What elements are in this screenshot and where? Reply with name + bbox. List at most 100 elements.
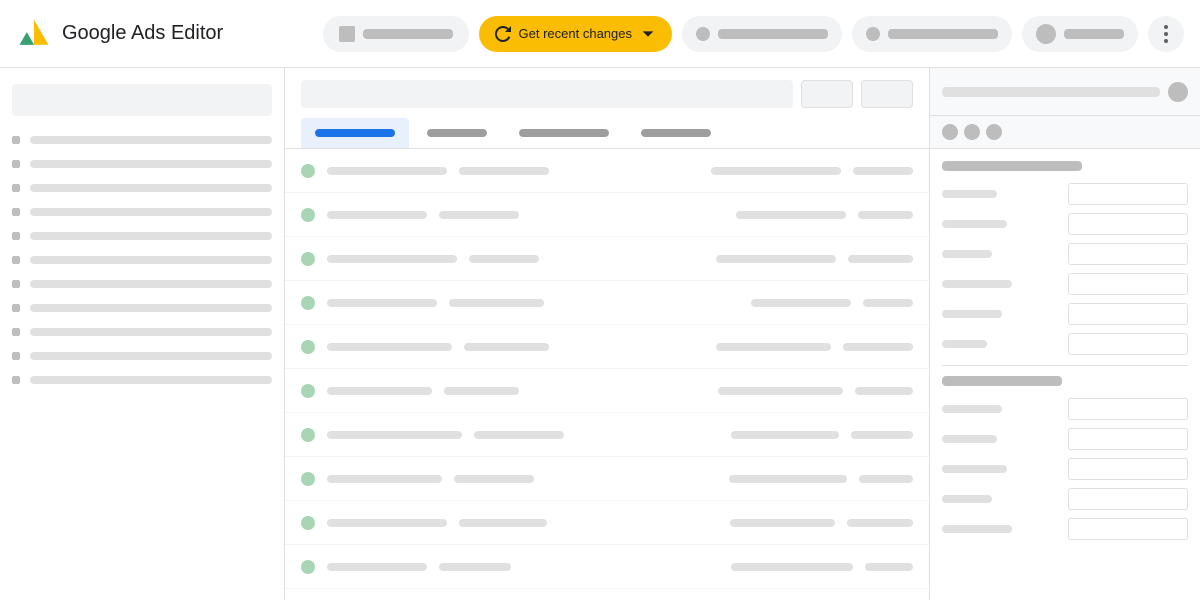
- row-col-value: [859, 475, 913, 483]
- table-row[interactable]: [285, 501, 929, 545]
- row-col-value: [851, 431, 913, 439]
- chevron-down-icon: [640, 26, 656, 42]
- row-col-type: [439, 563, 511, 571]
- row-col-type: [459, 167, 549, 175]
- rp-field-input[interactable]: [1068, 213, 1188, 235]
- row-col-value: [848, 255, 913, 263]
- rp-field: [942, 488, 1188, 510]
- settings-text: [888, 29, 998, 39]
- sidebar-item[interactable]: [0, 344, 284, 368]
- rp-field-label: [942, 340, 987, 348]
- tab-item[interactable]: [413, 118, 501, 148]
- sidebar-item-label: [30, 136, 272, 144]
- row-col-status: [711, 167, 841, 175]
- more-options-button[interactable]: [1148, 16, 1184, 52]
- sidebar-item[interactable]: [0, 128, 284, 152]
- row-col-name: [327, 343, 452, 351]
- row-col-status: [736, 211, 846, 219]
- table-row[interactable]: [285, 193, 929, 237]
- status-dot: [301, 252, 315, 266]
- sidebar-item-icon: [12, 184, 20, 192]
- sidebar-item-icon: [12, 280, 20, 288]
- row-col-status: [731, 563, 853, 571]
- sidebar-item-label: [30, 376, 272, 384]
- rp-field-input[interactable]: [1068, 273, 1188, 295]
- sidebar-item[interactable]: [0, 296, 284, 320]
- row-col-status: [730, 519, 835, 527]
- right-panel-header: [930, 68, 1200, 116]
- table-row[interactable]: [285, 281, 929, 325]
- row-col-name: [327, 167, 447, 175]
- rp-field-input[interactable]: [1068, 398, 1188, 420]
- edit-button[interactable]: [801, 80, 853, 108]
- center-header: [285, 68, 929, 149]
- table-row[interactable]: [285, 325, 929, 369]
- tab-item[interactable]: [505, 118, 623, 148]
- rp-field: [942, 458, 1188, 480]
- sidebar-item-label: [30, 184, 272, 192]
- row-col-value: [847, 519, 913, 527]
- row-col-value: [853, 167, 913, 175]
- rp-field-input[interactable]: [1068, 243, 1188, 265]
- sidebar-item[interactable]: [0, 368, 284, 392]
- tab-item[interactable]: [301, 118, 409, 148]
- row-col-value: [858, 211, 913, 219]
- get-recent-changes-button[interactable]: Get recent changes: [479, 16, 672, 52]
- row-col-name: [327, 475, 442, 483]
- table-area: [285, 149, 929, 600]
- row-col-status: [716, 255, 836, 263]
- settings-selector[interactable]: [852, 16, 1012, 52]
- rp-field: [942, 333, 1188, 355]
- table-row[interactable]: [285, 413, 929, 457]
- account-selector[interactable]: [323, 16, 469, 52]
- sidebar-item[interactable]: [0, 176, 284, 200]
- row-col-type: [474, 431, 564, 439]
- table-row[interactable]: [285, 457, 929, 501]
- rp-field: [942, 428, 1188, 450]
- rp-field-input[interactable]: [1068, 488, 1188, 510]
- row-col-status: [731, 431, 839, 439]
- main-content: [0, 68, 1200, 600]
- sidebar-item[interactable]: [0, 200, 284, 224]
- table-row[interactable]: [285, 237, 929, 281]
- sidebar-item[interactable]: [0, 224, 284, 248]
- rp-section1-title: [942, 161, 1082, 171]
- rp-icon-2[interactable]: [964, 124, 980, 140]
- sidebar-item[interactable]: [0, 272, 284, 296]
- table-row[interactable]: [285, 545, 929, 589]
- close-panel-button[interactable]: [1168, 82, 1188, 102]
- center-tabs: [301, 118, 913, 148]
- rp-field-input[interactable]: [1068, 428, 1188, 450]
- rp-field: [942, 518, 1188, 540]
- account-text: [363, 29, 453, 39]
- rp-field-input[interactable]: [1068, 303, 1188, 325]
- status-dot: [301, 296, 315, 310]
- view-button[interactable]: [861, 80, 913, 108]
- rp-field-input[interactable]: [1068, 183, 1188, 205]
- row-col-name: [327, 299, 437, 307]
- row-col-type: [464, 343, 549, 351]
- user-menu[interactable]: [1022, 16, 1138, 52]
- table-row[interactable]: [285, 149, 929, 193]
- row-col-type: [444, 387, 519, 395]
- tab-item[interactable]: [627, 118, 725, 148]
- sidebar-item-label: [30, 232, 272, 240]
- rp-icon-1[interactable]: [942, 124, 958, 140]
- rp-icon-3[interactable]: [986, 124, 1002, 140]
- row-col-type: [469, 255, 539, 263]
- rp-divider: [942, 365, 1188, 366]
- rp-field-input[interactable]: [1068, 458, 1188, 480]
- settings-icon: [866, 27, 880, 41]
- rp-field-input[interactable]: [1068, 518, 1188, 540]
- sidebar-item[interactable]: [0, 320, 284, 344]
- rp-field-input[interactable]: [1068, 333, 1188, 355]
- sidebar-item[interactable]: [0, 248, 284, 272]
- sidebar-item[interactable]: [0, 152, 284, 176]
- table-row[interactable]: [285, 369, 929, 413]
- sidebar-item-label: [30, 304, 272, 312]
- campaign-selector[interactable]: [682, 16, 842, 52]
- row-col-status: [718, 387, 843, 395]
- sidebar-item-label: [30, 352, 272, 360]
- sidebar-item-label: [30, 280, 272, 288]
- status-dot: [301, 164, 315, 178]
